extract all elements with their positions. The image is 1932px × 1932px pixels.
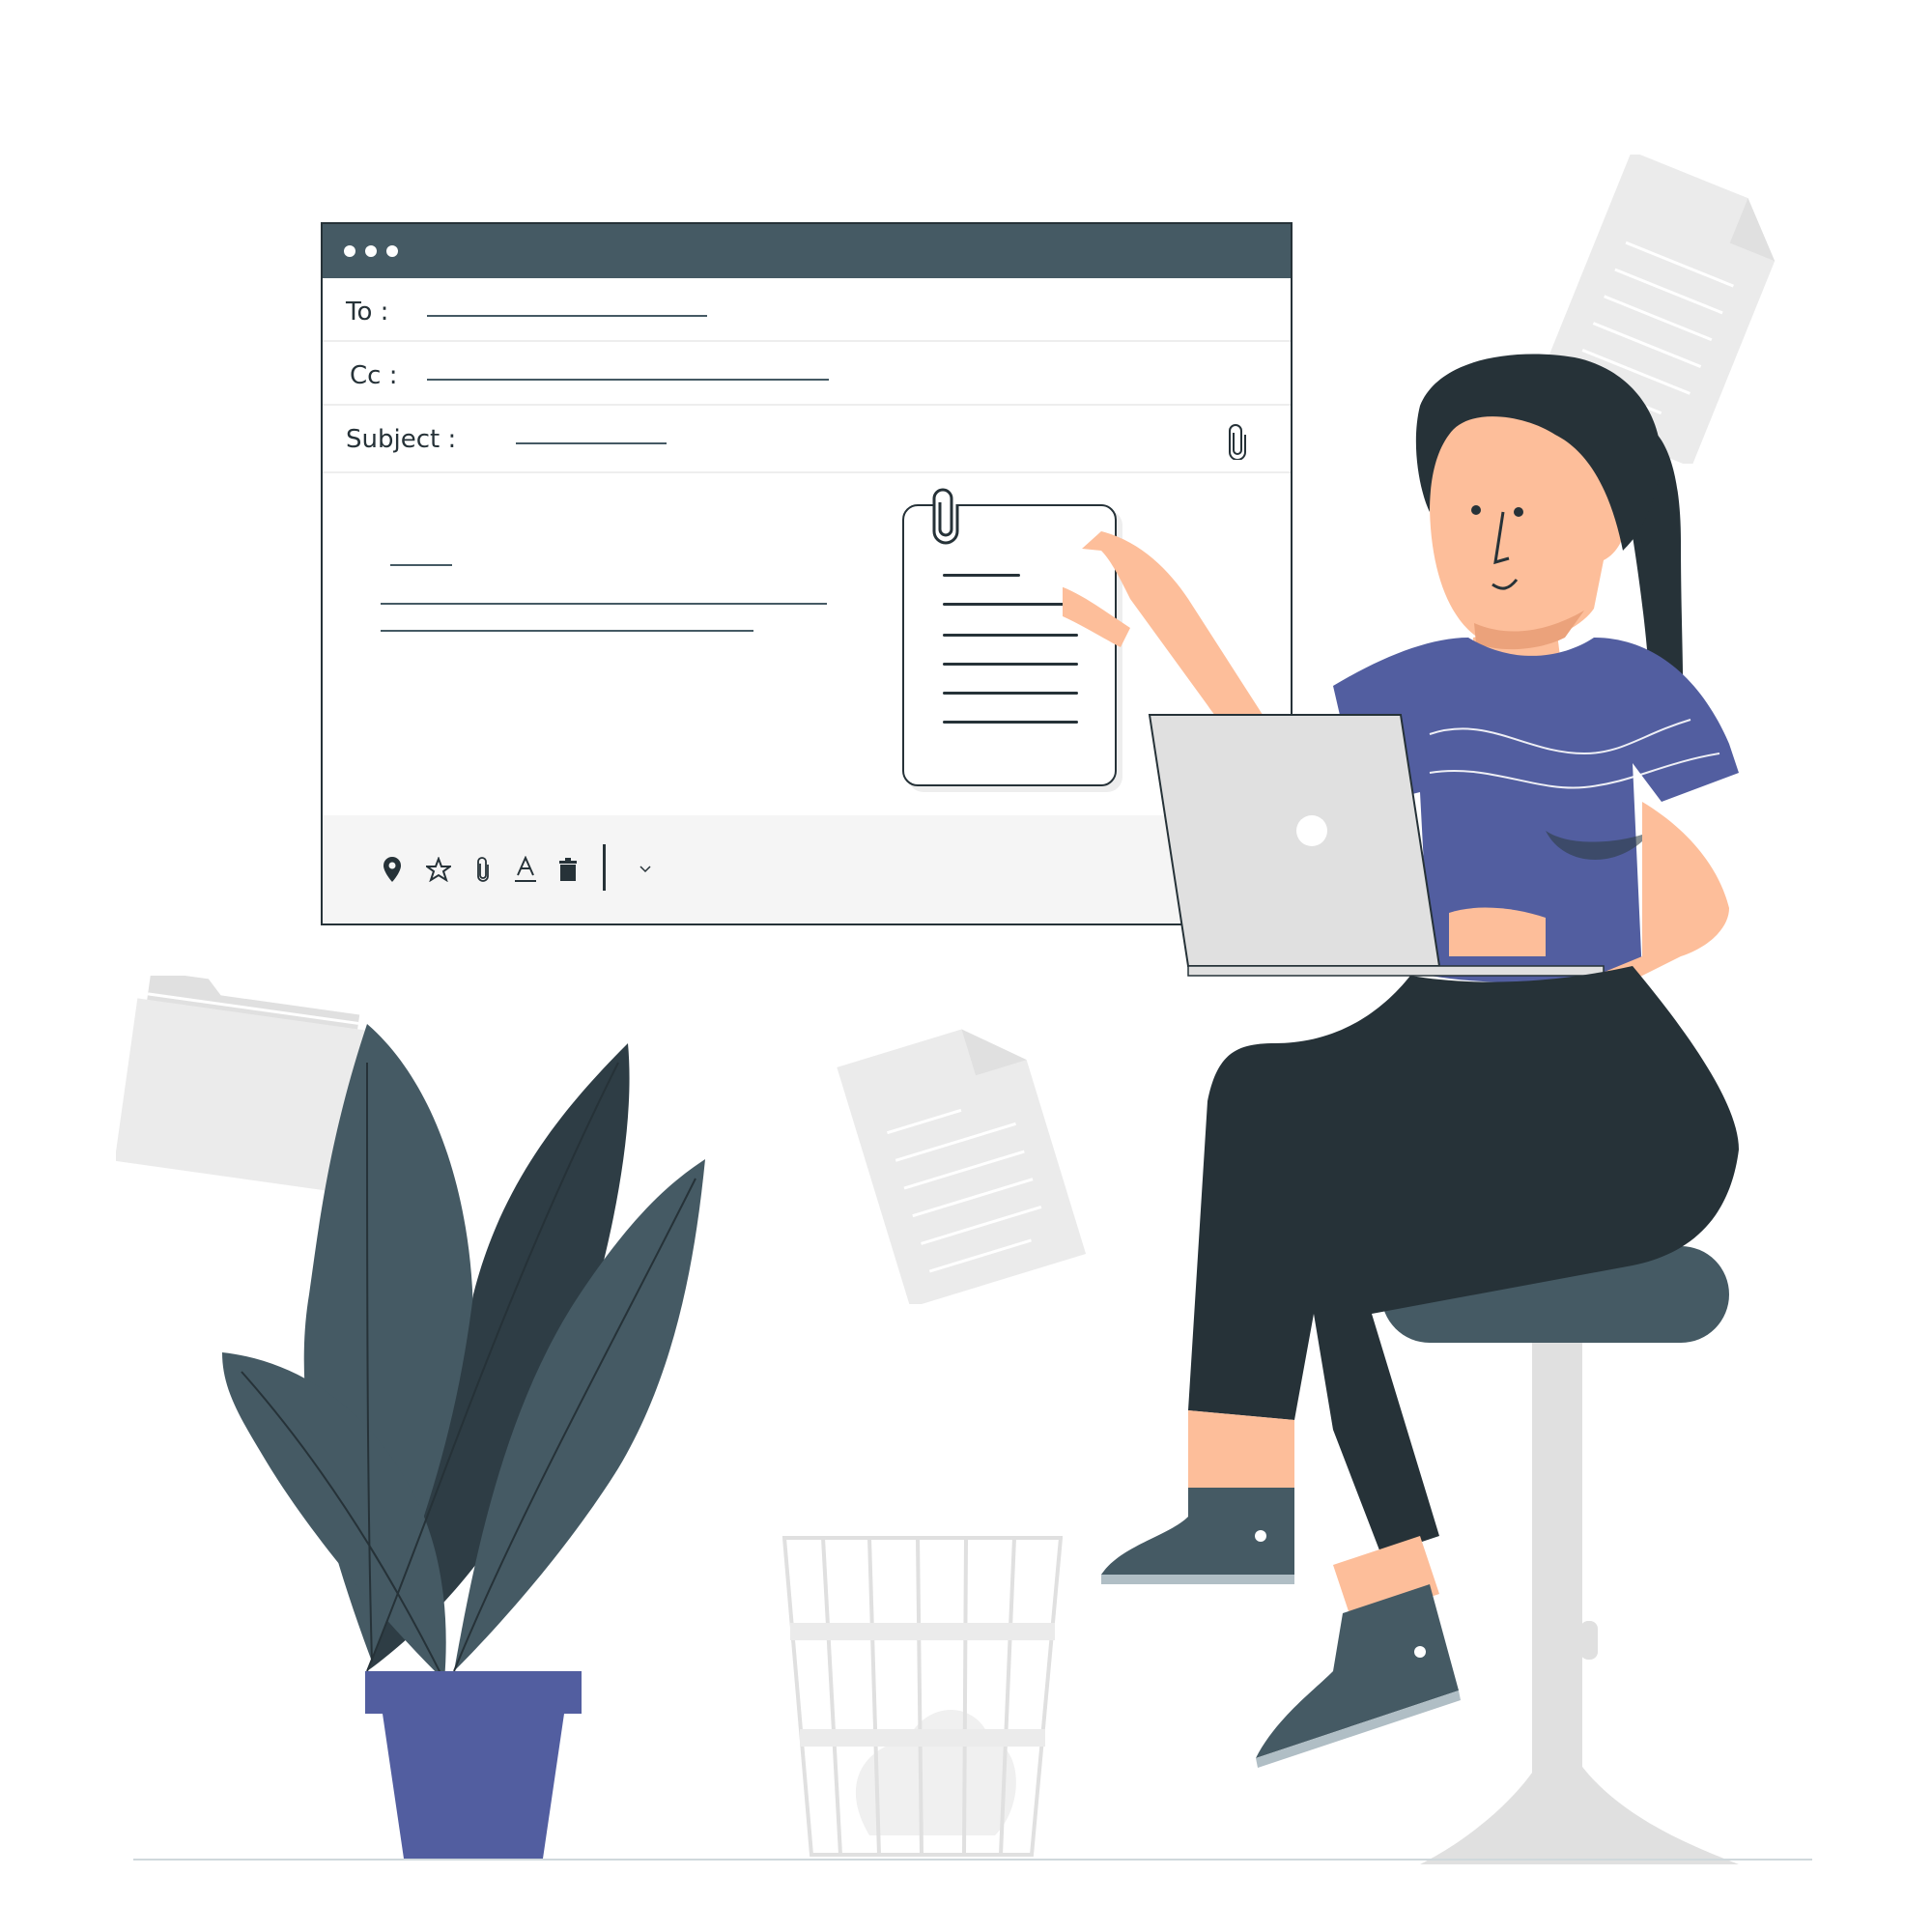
to-label: To :: [346, 298, 389, 327]
star-icon[interactable]: [423, 854, 454, 885]
laptop: [1148, 714, 1441, 967]
attachment-text-line: [943, 603, 1068, 606]
toolbar-separator: [603, 844, 606, 891]
to-field-value: [427, 315, 707, 317]
trash-bin: [782, 1536, 1063, 1857]
subject-field-value: [516, 442, 667, 444]
illustration-scene: To : Cc : Subject :: [0, 0, 1932, 1932]
body-text-line: [381, 603, 827, 605]
window-dot: [386, 245, 398, 257]
to-field-row[interactable]: To :: [323, 278, 1291, 342]
woman-character: [1063, 354, 1739, 1768]
attachment-text-line: [943, 692, 1078, 695]
body-text-line: [381, 630, 753, 632]
paperclip-icon[interactable]: [468, 854, 498, 885]
floor-line: [133, 1859, 1812, 1861]
text-format-icon[interactable]: [510, 854, 541, 885]
body-text-line: [390, 564, 452, 566]
location-icon[interactable]: [377, 854, 408, 885]
chevron-down-icon[interactable]: [630, 854, 661, 885]
attachment-text-line: [943, 634, 1078, 637]
delete-icon[interactable]: [553, 854, 583, 885]
attachment-text-line: [943, 663, 1078, 666]
cc-label: Cc :: [350, 361, 398, 390]
potted-plant: [222, 1024, 705, 1859]
attachment-clip-icon: [932, 488, 959, 545]
cc-field-value: [427, 379, 829, 381]
window-dot: [344, 245, 355, 257]
pot-rim: [365, 1671, 582, 1714]
attachment-text-line: [943, 574, 1020, 577]
floating-document-center: [837, 1029, 1087, 1304]
subject-label: Subject :: [346, 425, 457, 454]
attachment-text-line: [943, 721, 1078, 724]
window-dot: [365, 245, 377, 257]
pot-body: [383, 1714, 564, 1859]
window-titlebar: [323, 224, 1291, 278]
